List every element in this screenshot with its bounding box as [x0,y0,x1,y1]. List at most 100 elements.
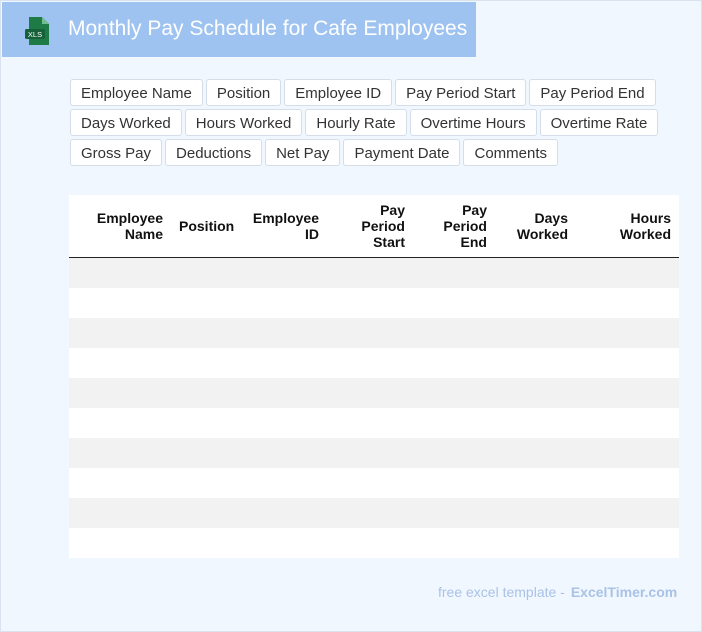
table-cell[interactable] [495,378,576,408]
table-cell[interactable] [413,348,495,378]
table-cell[interactable] [69,438,171,468]
table-cell[interactable] [576,318,679,348]
table-cell[interactable] [327,257,413,288]
table-cell[interactable] [495,257,576,288]
table-cell[interactable] [413,288,495,318]
table-cell[interactable] [413,528,495,558]
table-cell[interactable] [327,498,413,528]
table-cell[interactable] [576,257,679,288]
field-chip-payment-date[interactable]: Payment Date [343,139,461,166]
table-cell[interactable] [241,288,327,318]
table-cell[interactable] [241,378,327,408]
table-cell[interactable] [327,438,413,468]
table-cell[interactable] [171,318,241,348]
table-cell[interactable] [413,257,495,288]
column-header-pay-period-start[interactable]: Pay Period Start [327,195,413,258]
table-cell[interactable] [413,468,495,498]
table-cell[interactable] [576,288,679,318]
table-cell[interactable] [241,408,327,438]
field-chip-deductions[interactable]: Deductions [165,139,263,166]
table-cell[interactable] [576,378,679,408]
field-chip-employee-name[interactable]: Employee Name [70,79,203,106]
field-chip-position[interactable]: Position [205,79,282,106]
table-cell[interactable] [327,348,413,378]
table-cell[interactable] [576,348,679,378]
table-cell[interactable] [171,288,241,318]
table-cell[interactable] [495,498,576,528]
field-chip-net-pay[interactable]: Net Pay [265,139,341,166]
table-cell[interactable] [171,468,241,498]
table-cell[interactable] [241,318,327,348]
field-chip-hours-worked[interactable]: Hours Worked [184,109,303,136]
column-header-pay-period-end[interactable]: Pay Period End [413,195,495,258]
table-cell[interactable] [576,438,679,468]
field-chip-hourly-rate[interactable]: Hourly Rate [305,109,407,136]
footer-brand-link[interactable]: ExcelTimer.com [571,584,677,600]
table-cell[interactable] [327,378,413,408]
table-cell[interactable] [241,528,327,558]
table-row [69,468,679,498]
field-chip-pay-period-start[interactable]: Pay Period Start [395,79,527,106]
field-chip-overtime-rate[interactable]: Overtime Rate [539,109,659,136]
table-row [69,408,679,438]
table-cell[interactable] [171,528,241,558]
field-chip-days-worked[interactable]: Days Worked [70,109,182,136]
table-cell[interactable] [241,257,327,288]
table-cell[interactable] [413,438,495,468]
table-row [69,528,679,558]
table-cell[interactable] [69,288,171,318]
table-cell[interactable] [327,468,413,498]
field-chip-employee-id[interactable]: Employee ID [284,79,393,106]
table-cell[interactable] [171,378,241,408]
table-cell[interactable] [327,408,413,438]
table-cell[interactable] [495,468,576,498]
table-cell[interactable] [69,348,171,378]
footer-credit: free excel template - ExcelTimer.com [438,584,677,600]
table-cell[interactable] [241,468,327,498]
table-cell[interactable] [576,468,679,498]
table-cell[interactable] [327,288,413,318]
table-cell[interactable] [413,318,495,348]
table-cell[interactable] [69,408,171,438]
table-cell[interactable] [171,408,241,438]
table-row [69,378,679,408]
table-cell[interactable] [171,348,241,378]
table-cell[interactable] [576,498,679,528]
footer-text: free excel template - [438,584,565,600]
table-cell[interactable] [69,528,171,558]
table-cell[interactable] [171,438,241,468]
table-cell[interactable] [171,498,241,528]
table-cell[interactable] [69,468,171,498]
table-cell[interactable] [69,498,171,528]
column-header-days-worked[interactable]: Days Worked [495,195,576,258]
table-cell[interactable] [69,378,171,408]
table-cell[interactable] [69,318,171,348]
table-cell[interactable] [576,528,679,558]
field-chip-gross-pay[interactable]: Gross Pay [70,139,163,166]
table-cell[interactable] [327,528,413,558]
table-cell[interactable] [241,348,327,378]
field-chip-pay-period-end[interactable]: Pay Period End [529,79,656,106]
field-chip-overtime-hours[interactable]: Overtime Hours [409,109,537,136]
table-cell[interactable] [413,378,495,408]
column-header-position[interactable]: Position [171,195,241,258]
table-cell[interactable] [495,528,576,558]
column-header-employee-id[interactable]: Employee ID [241,195,327,258]
field-chip-list: Employee Name Position Employee ID Pay P… [70,79,659,169]
table-cell[interactable] [413,498,495,528]
field-chip-comments[interactable]: Comments [463,139,559,166]
table-cell[interactable] [495,348,576,378]
table-cell[interactable] [576,408,679,438]
table-cell[interactable] [495,438,576,468]
table-cell[interactable] [327,318,413,348]
table-cell[interactable] [171,257,241,288]
table-cell[interactable] [495,288,576,318]
table-cell[interactable] [413,408,495,438]
table-cell[interactable] [241,498,327,528]
table-cell[interactable] [495,408,576,438]
table-cell[interactable] [241,438,327,468]
table-cell[interactable] [495,318,576,348]
column-header-hours-worked[interactable]: Hours Worked [576,195,679,258]
column-header-employee-name[interactable]: Employee Name [69,195,171,258]
table-cell[interactable] [69,257,171,288]
